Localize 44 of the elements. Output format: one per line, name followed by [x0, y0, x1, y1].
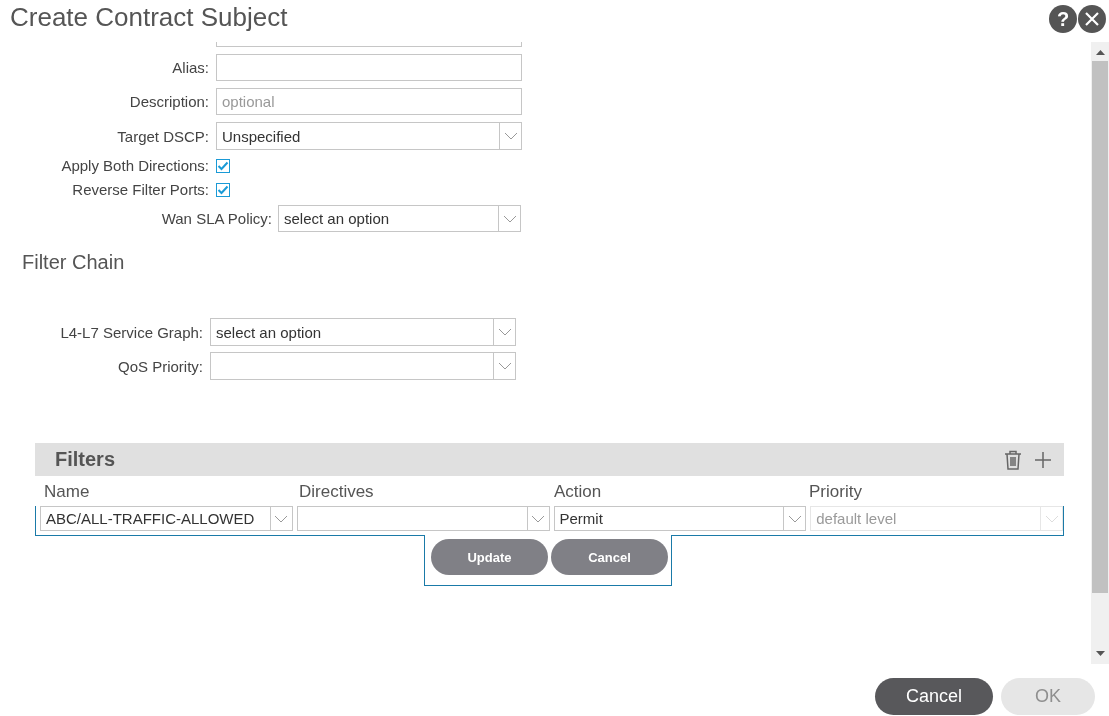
field-label: Wan SLA Policy:	[160, 210, 272, 227]
dropdown[interactable]: ABC/ALL-TRAFFIC-ALLOWED	[40, 506, 293, 531]
scrollbar-thumb[interactable]	[1092, 61, 1108, 593]
field-label: Reverse Filter Ports:	[71, 181, 209, 198]
scroll-down-icon[interactable]	[1095, 651, 1105, 656]
column-header: Action	[554, 482, 603, 503]
column-header: Priority	[809, 482, 863, 503]
section-title: Filters	[55, 448, 117, 471]
field-label: QoS Priority:	[116, 357, 203, 375]
text-field[interactable]	[216, 42, 522, 47]
dropdown[interactable]: select an option	[278, 205, 521, 232]
field-label: Target DSCP:	[116, 127, 209, 145]
field-label: Apply Both Directions:	[60, 157, 209, 174]
help-icon[interactable]: ?	[1049, 5, 1077, 33]
section-title: Filter Chain	[22, 251, 126, 274]
chevron-down-icon	[503, 132, 518, 140]
dialog-title: Create Contract Subject	[10, 1, 289, 33]
row-action-button[interactable]: Cancel	[551, 539, 668, 575]
field-label: L4-L7 Service Graph:	[59, 323, 203, 341]
footer-button[interactable]: Cancel	[875, 678, 993, 715]
chevron-down-icon	[497, 362, 512, 370]
column-header: Name	[44, 482, 91, 503]
chevron-down-icon	[497, 328, 512, 336]
row-action-button[interactable]: Update	[431, 539, 548, 575]
text-field[interactable]: optional	[216, 88, 522, 115]
dropdown[interactable]	[296, 506, 550, 531]
field-label: Description:	[128, 93, 209, 110]
chevron-down-icon	[787, 514, 802, 523]
dropdown[interactable]: select an option	[210, 318, 516, 346]
chevron-down-icon	[502, 214, 517, 223]
chevron-down-icon	[274, 514, 289, 523]
chevron-down-icon	[1044, 514, 1059, 523]
chevron-down-icon	[531, 514, 545, 523]
dropdown[interactable]: Unspecified	[216, 122, 522, 150]
checkbox[interactable]	[216, 182, 230, 197]
dropdown[interactable]: Permit	[553, 506, 807, 531]
text-field[interactable]	[216, 54, 522, 81]
checkbox[interactable]	[216, 158, 230, 173]
scrollbar[interactable]	[1091, 42, 1109, 664]
column-header: Directives	[299, 482, 375, 503]
field-label: Alias:	[171, 59, 209, 76]
close-icon[interactable]	[1078, 5, 1106, 33]
scroll-up-icon[interactable]	[1095, 50, 1105, 55]
dropdown[interactable]	[210, 352, 516, 380]
